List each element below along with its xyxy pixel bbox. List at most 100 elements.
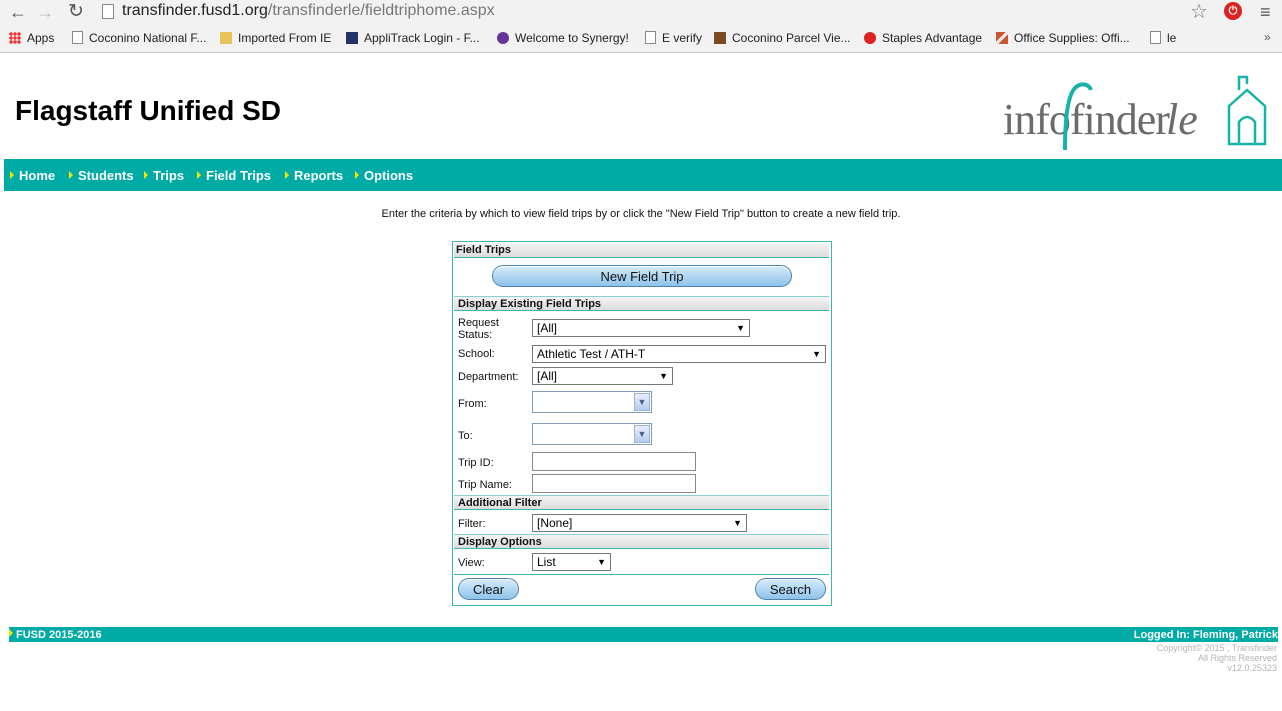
field-trips-panel: Field Trips New Field Trip Display Exist… (452, 241, 832, 606)
bookmark-coconino-national[interactable]: Coconino National F... (72, 30, 206, 46)
school-value: Athletic Test / ATH-T (537, 347, 646, 361)
dropdown-arrow-icon: ▼ (659, 371, 668, 381)
copyright-line: Copyright© 2015 , Transfinder (1156, 643, 1277, 653)
from-date-select[interactable]: ▼ (532, 391, 652, 413)
filter-value: [None] (537, 516, 573, 530)
bookmark-label: Staples Advantage (882, 31, 983, 45)
section-additional-filter: Additional Filter (454, 495, 829, 510)
trip-id-label: Trip ID: (458, 457, 494, 469)
browser-chrome: ← → ↻ transfinder.fusd1.org/transfinderl… (0, 0, 1282, 53)
department-select[interactable]: [All] ▼ (532, 367, 673, 385)
nav-item-students[interactable]: Students (69, 168, 134, 183)
page-icon (102, 4, 114, 19)
trip-id-input[interactable] (532, 452, 696, 471)
school-label: School: (458, 348, 495, 360)
new-field-trip-button[interactable]: New Field Trip (492, 265, 792, 287)
footer-left-label: FUSD 2015-2016 (16, 629, 102, 641)
bookmark-star-icon[interactable]: ☆ (1190, 0, 1208, 24)
main-nav: Home Students Trips Field Trips Reports … (4, 159, 1282, 191)
footer-school-year: FUSD 2015-2016 (9, 629, 102, 641)
nav-arrow-icon (285, 171, 289, 179)
section-existing-label: Display Existing Field Trips (458, 298, 602, 310)
page-icon (72, 31, 83, 44)
nav-arrow-icon (10, 171, 14, 179)
logo-house-icon (1063, 75, 1267, 151)
view-value: List (537, 555, 556, 569)
page-icon (645, 31, 656, 44)
forward-arrow-icon[interactable]: → (33, 0, 57, 24)
chevron-down-icon[interactable]: ▼ (634, 425, 650, 443)
nav-item-trips[interactable]: Trips (144, 168, 184, 183)
url-host: transfinder.fusd1.org (122, 2, 268, 19)
bookmark-apps[interactable]: Apps (9, 30, 54, 46)
bookmarks-bar: Apps Coconino National F... Imported Fro… (0, 26, 1282, 50)
bookmark-office-supplies[interactable]: Office Supplies: Offi... (996, 30, 1130, 46)
page-icon (1150, 31, 1161, 44)
nav-label: Field Trips (206, 168, 272, 183)
bookmark-coconino-parcel[interactable]: Coconino Parcel Vie... (714, 30, 851, 46)
site-title: Flagstaff Unified SD (15, 95, 282, 126)
footer-logged-in: Logged In: Fleming, Patrick (1133, 629, 1278, 641)
nav-item-reports[interactable]: Reports (285, 168, 343, 183)
nav-arrow-icon (69, 171, 73, 179)
nav-label: Students (78, 168, 134, 183)
to-date-select[interactable]: ▼ (532, 423, 652, 445)
bookmark-label: Imported From IE (238, 31, 332, 45)
request-status-select[interactable]: [All] ▼ (532, 319, 750, 337)
url-path: /transfinderle/fieldtriphome.aspx (267, 2, 495, 19)
request-status-value: [All] (537, 321, 558, 335)
request-status-label-line1: Request (458, 317, 499, 329)
folder-icon (220, 32, 232, 44)
filter-label: Filter: (458, 518, 486, 530)
bookmark-le[interactable]: le (1150, 30, 1176, 46)
bookmark-synergy[interactable]: Welcome to Synergy! (497, 30, 629, 46)
footer-bar: FUSD 2015-2016 Logged In: Fleming, Patri… (9, 627, 1278, 642)
nav-arrow-icon (144, 171, 148, 179)
nav-label: Reports (294, 168, 344, 183)
bookmark-imported-from-ie[interactable]: Imported From IE (220, 30, 331, 46)
url-bar[interactable]: transfinder.fusd1.org/transfinderle/fiel… (122, 2, 495, 20)
clear-button[interactable]: Clear (458, 578, 519, 600)
back-arrow-icon[interactable]: ← (6, 0, 30, 24)
section-existing-trips: Display Existing Field Trips (454, 296, 829, 311)
nav-item-home[interactable]: Home (10, 168, 55, 183)
parcel-icon (714, 32, 726, 44)
search-button[interactable]: Search (755, 578, 826, 600)
nav-item-field-trips[interactable]: Field Trips (197, 168, 271, 183)
bookmark-applitrack[interactable]: AppliTrack Login - F... (346, 30, 480, 46)
from-label: From: (458, 398, 487, 410)
department-value: [All] (537, 369, 558, 383)
request-status-label: Request Status: (458, 317, 499, 341)
reload-icon[interactable]: ↻ (64, 0, 88, 24)
bookmarks-overflow-icon[interactable]: » (1264, 30, 1271, 44)
dropdown-arrow-icon: ▼ (736, 323, 745, 333)
bookmark-label: Welcome to Synergy! (515, 31, 629, 45)
extension-icon[interactable]: ⏻ (1224, 2, 1242, 20)
copyright-block: Copyright© 2015 , Transfinder All Rights… (1157, 643, 1277, 673)
browser-menu-icon[interactable]: ≡ (1260, 0, 1271, 24)
chevron-down-icon[interactable]: ▼ (634, 393, 650, 411)
dropdown-arrow-icon: ▼ (812, 349, 821, 359)
version-line: v12.0.25323 (1227, 663, 1277, 673)
trip-name-input[interactable] (532, 474, 696, 493)
apps-grid-icon (9, 32, 21, 44)
infofinder-le-logo: infofinder le (1003, 72, 1268, 154)
rights-line: All Rights Reserved (1197, 653, 1277, 663)
bookmark-label: Office Supplies: Offi... (1014, 31, 1130, 45)
bookmark-e-verify[interactable]: E verify (645, 30, 702, 46)
panel-title: Field Trips (454, 243, 829, 258)
nav-label: Home (19, 168, 56, 183)
request-status-label-line2: Status: (458, 329, 493, 341)
nav-arrow-icon (355, 171, 359, 179)
divider (454, 574, 829, 575)
nav-item-options[interactable]: Options (355, 168, 413, 183)
bookmark-label: Coconino National F... (89, 31, 207, 45)
school-select[interactable]: Athletic Test / ATH-T ▼ (532, 345, 826, 363)
bookmark-label: Coconino Parcel Vie... (732, 31, 851, 45)
view-select[interactable]: List ▼ (532, 553, 611, 571)
bookmark-staples[interactable]: Staples Advantage (864, 30, 982, 46)
bookmark-label: AppliTrack Login - F... (364, 31, 480, 45)
nav-arrow-icon (197, 171, 201, 179)
filter-select[interactable]: [None] ▼ (532, 514, 747, 532)
view-label: View: (458, 557, 485, 569)
